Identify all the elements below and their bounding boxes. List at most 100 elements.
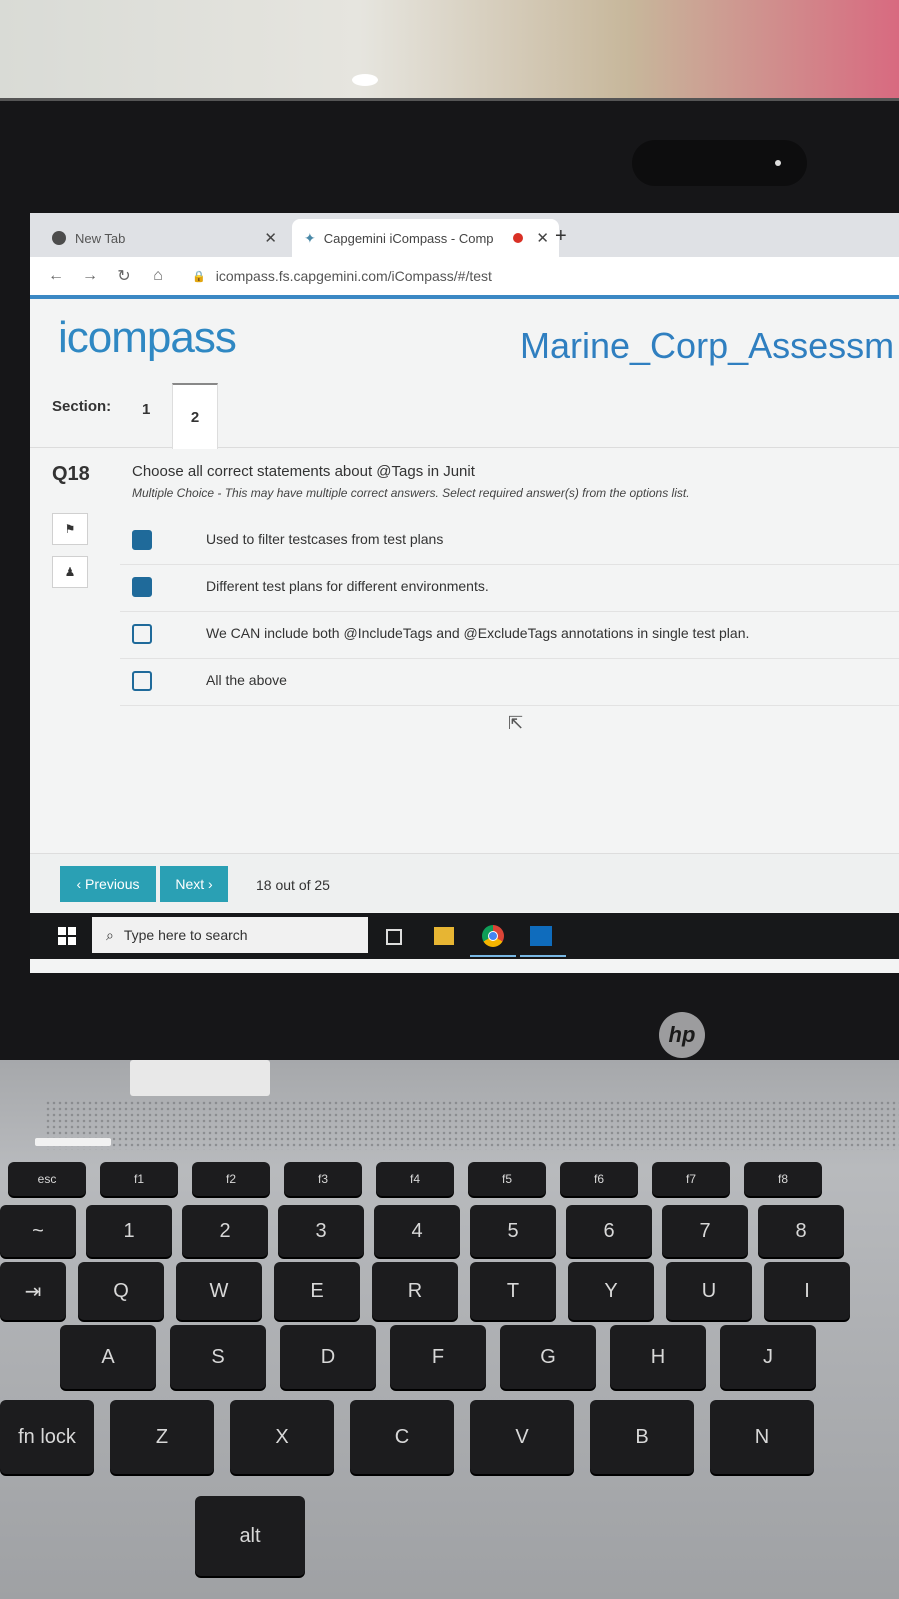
webcam-lens: [775, 160, 781, 166]
person-button[interactable]: ♟: [52, 556, 88, 588]
key-g: G: [500, 1325, 596, 1389]
key-f1: f1: [100, 1162, 178, 1196]
tab-section-1[interactable]: 1: [142, 401, 150, 418]
question-text: Choose all correct statements about @Tag…: [132, 463, 475, 480]
key-a: A: [60, 1325, 156, 1389]
question-number: Q18: [52, 463, 90, 485]
address-bar: ← → ↻ ⌂ 🔒 icompass.fs.capgemini.com/iCom…: [30, 257, 899, 299]
key-f6: f6: [560, 1162, 638, 1196]
taskbar-search[interactable]: ⌕ Type here to search: [92, 917, 368, 953]
flag-icon: ⚑: [64, 522, 76, 536]
laptop-screen: New Tab ✕ ✦ Capgemini iCompass - Comp ✕ …: [30, 213, 899, 973]
tab-label: Capgemini iCompass - Comp: [323, 230, 494, 246]
key-z: Z: [110, 1400, 214, 1474]
key-8: 8: [758, 1205, 844, 1257]
mouse-cursor-icon: ⇱: [508, 713, 524, 733]
flag-button[interactable]: ⚑: [52, 513, 88, 545]
tab-icompass[interactable]: ✦ Capgemini iCompass - Comp ✕: [292, 219, 559, 257]
ceiling-light: [352, 74, 378, 86]
lock-icon[interactable]: 🔒: [192, 270, 206, 283]
search-icon: ⌕: [106, 926, 114, 943]
key-⇥: ⇥: [0, 1262, 66, 1320]
key-y: Y: [568, 1262, 654, 1320]
key-v: V: [470, 1400, 574, 1474]
key-f8: f8: [744, 1162, 822, 1196]
windows-start-icon[interactable]: [58, 927, 76, 945]
key-r: R: [372, 1262, 458, 1320]
key-d: D: [280, 1325, 376, 1389]
section-label: Section:: [52, 398, 112, 415]
chrome-icon: [52, 231, 66, 245]
option-label: All the above: [206, 672, 287, 688]
speaker-grille: [45, 1100, 899, 1150]
url-field[interactable]: icompass.fs.capgemini.com/iCompass/#/tes…: [216, 268, 492, 284]
key-n: N: [710, 1400, 814, 1474]
section-tabs: [30, 381, 899, 448]
answer-option[interactable]: Different test plans for different envir…: [120, 565, 899, 612]
back-icon[interactable]: ←: [48, 267, 64, 285]
person-icon: ♟: [64, 565, 76, 579]
close-icon[interactable]: ✕: [264, 229, 277, 247]
forward-icon[interactable]: →: [82, 267, 98, 285]
key-1: 1: [86, 1205, 172, 1257]
key-6: 6: [566, 1205, 652, 1257]
file-explorer-icon[interactable]: [434, 927, 454, 945]
task-view-icon[interactable]: [386, 929, 402, 945]
key-7: 7: [662, 1205, 748, 1257]
key-f4: f4: [376, 1162, 454, 1196]
answer-option[interactable]: Used to filter testcases from test plans: [120, 518, 899, 565]
active-app-indicator: [470, 955, 516, 957]
key-w: W: [176, 1262, 262, 1320]
key-4: 4: [374, 1205, 460, 1257]
key-esc: esc: [8, 1162, 86, 1196]
key-fn-lock: fn lock: [0, 1400, 94, 1474]
answer-option[interactable]: All the above: [120, 659, 899, 706]
question-progress: 18 out of 25: [256, 877, 330, 893]
power-led: [35, 1138, 111, 1146]
key-u: U: [666, 1262, 752, 1320]
hp-logo: hp: [659, 1012, 705, 1058]
previous-button[interactable]: ‹ Previous: [60, 866, 156, 902]
active-app-indicator: [520, 955, 566, 957]
webcam: [632, 140, 807, 186]
new-tab-button[interactable]: +: [555, 225, 567, 248]
key-f5: f5: [468, 1162, 546, 1196]
tab-new-tab[interactable]: New Tab ✕: [52, 219, 287, 257]
key-i: I: [764, 1262, 850, 1320]
assessment-title: Marine_Corp_Assessm: [520, 325, 895, 366]
key-~: ~: [0, 1205, 76, 1257]
search-placeholder: Type here to search: [123, 927, 248, 943]
reload-icon[interactable]: ↻: [116, 266, 132, 286]
home-icon[interactable]: ⌂: [150, 267, 166, 285]
option-label: Used to filter testcases from test plans: [206, 531, 444, 547]
chrome-taskbar-icon[interactable]: [482, 925, 504, 947]
checkbox-checked[interactable]: [132, 530, 152, 550]
key-2: 2: [182, 1205, 268, 1257]
checkbox-checked[interactable]: [132, 577, 152, 597]
key-f2: f2: [192, 1162, 270, 1196]
outlook-icon[interactable]: [530, 926, 552, 946]
checkbox-unchecked[interactable]: [132, 624, 152, 644]
key-f: F: [390, 1325, 486, 1389]
key-3: 3: [278, 1205, 364, 1257]
question-instruction: Multiple Choice - This may have multiple…: [132, 486, 690, 500]
icompass-logo: icompass: [58, 313, 237, 362]
browser-tab-bar: New Tab ✕ ✦ Capgemini iCompass - Comp ✕ …: [30, 213, 899, 257]
background-room: [0, 0, 899, 100]
key-t: T: [470, 1262, 556, 1320]
key-f7: f7: [652, 1162, 730, 1196]
checkbox-unchecked[interactable]: [132, 671, 152, 691]
tab-section-2[interactable]: 2: [172, 383, 218, 449]
key-s: S: [170, 1325, 266, 1389]
answer-option[interactable]: We CAN include both @IncludeTags and @Ex…: [120, 612, 899, 659]
tab-label: New Tab: [75, 230, 126, 246]
option-label: We CAN include both @IncludeTags and @Ex…: [206, 625, 750, 641]
key-c: C: [350, 1400, 454, 1474]
key-q: Q: [78, 1262, 164, 1320]
compass-favicon-icon: ✦: [304, 229, 316, 246]
windows-taskbar: ⌕ Type here to search: [30, 913, 899, 959]
close-icon[interactable]: ✕: [536, 229, 549, 247]
key-b: B: [590, 1400, 694, 1474]
next-button[interactable]: Next ›: [160, 866, 228, 902]
hinge-cover: [130, 1060, 270, 1096]
